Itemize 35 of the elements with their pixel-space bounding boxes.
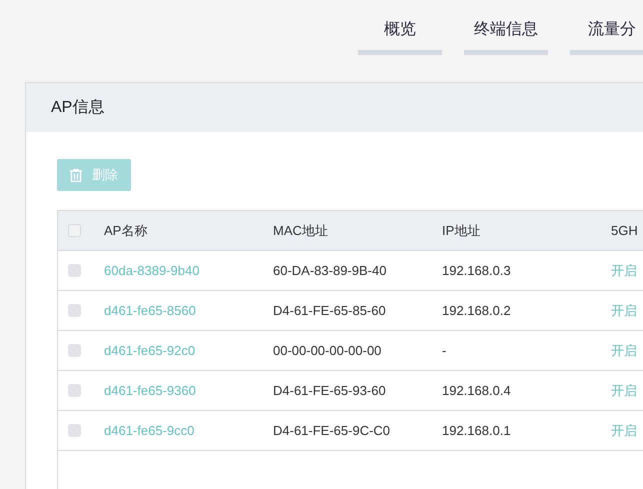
column-header: MAC地址 — [273, 222, 328, 238]
table-cell: 00-00-00-00-00-00 — [273, 343, 382, 358]
ap-name-link[interactable]: 60da-8389-9b40 — [104, 263, 200, 278]
table-cell: 60-DA-83-89-9B-40 — [273, 263, 386, 278]
ap-name-link[interactable]: d461-fe65-9360 — [104, 383, 196, 398]
table-cell: D4-61-FE-65-93-60 — [273, 383, 386, 398]
table-cell: 192.168.0.1 — [442, 423, 511, 438]
checkbox[interactable] — [68, 304, 81, 317]
table-cell: 192.168.0.4 — [442, 383, 511, 398]
checkbox[interactable] — [68, 344, 81, 357]
nav-tab[interactable]: 流量分 — [570, 20, 643, 55]
checkbox[interactable] — [68, 224, 81, 237]
status-link[interactable]: 开启 — [611, 262, 637, 278]
panel-title: AP信息 — [51, 98, 104, 118]
status-link[interactable]: 开启 — [611, 302, 637, 318]
column-header: IP地址 — [442, 222, 480, 238]
checkbox[interactable] — [68, 384, 81, 397]
column-header: 5GH — [611, 223, 638, 238]
table-cell: D4-61-FE-65-9C-C0 — [273, 423, 390, 438]
table-cell: - — [442, 343, 446, 358]
table-cell: D4-61-FE-65-85-60 — [273, 303, 386, 318]
nav-tab[interactable]: 终端信息 — [464, 20, 548, 55]
status-link[interactable]: 开启 — [611, 422, 637, 438]
status-link[interactable]: 开启 — [611, 342, 637, 358]
column-header: AP名称 — [104, 222, 148, 238]
trash-icon — [70, 168, 82, 182]
checkbox[interactable] — [68, 424, 81, 437]
ap-name-link[interactable]: d461-fe65-9cc0 — [104, 423, 194, 438]
ap-name-link[interactable]: d461-fe65-92c0 — [104, 343, 196, 358]
checkbox[interactable] — [68, 264, 81, 277]
status-link[interactable]: 开启 — [611, 382, 637, 398]
table-cell: 192.168.0.3 — [442, 263, 511, 278]
table-cell: 192.168.0.2 — [442, 303, 511, 318]
ap-name-link[interactable]: d461-fe65-8560 — [104, 303, 196, 318]
nav-tab[interactable]: 概览 — [358, 20, 442, 55]
